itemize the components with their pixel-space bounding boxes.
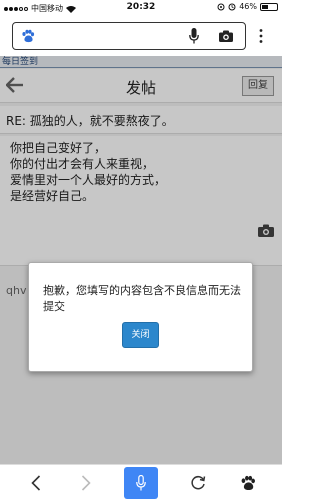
browser-toolbar [0, 464, 282, 500]
battery-icon [260, 2, 278, 11]
chevron-left-icon [31, 475, 41, 491]
status-right: 46% [217, 2, 278, 11]
alarm-icon [228, 3, 236, 10]
location-icon [217, 3, 225, 10]
chevron-right-icon [81, 475, 91, 491]
back-button[interactable] [18, 465, 54, 500]
more-vertical-icon[interactable] [258, 28, 264, 44]
baidu-paw-icon [241, 475, 255, 490]
forward-button[interactable] [68, 465, 104, 500]
camera-icon[interactable] [219, 30, 233, 42]
post-page: 每日签到 发帖 回复 RE: 孤独的人，就不要熬夜了。 你把自己变好了， 你的付… [0, 56, 282, 464]
microphone-icon [136, 475, 146, 491]
baidu-paw-icon [22, 29, 35, 43]
modal-overlay [0, 56, 282, 464]
address-input[interactable] [12, 22, 246, 50]
refresh-button[interactable] [180, 465, 216, 500]
battery-percent: 46% [239, 2, 257, 11]
refresh-icon [191, 475, 206, 490]
browser-address-bar [0, 16, 282, 56]
home-button[interactable] [230, 465, 266, 500]
battery-fill [262, 4, 269, 9]
alert-dialog: 抱歉，您填写的内容包含不良信息而无法提交 关闭 [28, 262, 253, 372]
close-button[interactable]: 关闭 [122, 322, 159, 348]
microphone-icon[interactable] [189, 28, 199, 44]
dialog-message: 抱歉，您填写的内容包含不良信息而无法提交 [43, 284, 241, 313]
voice-search-button[interactable] [124, 467, 158, 499]
status-bar: 中国移动 20:32 46% [0, 0, 282, 16]
